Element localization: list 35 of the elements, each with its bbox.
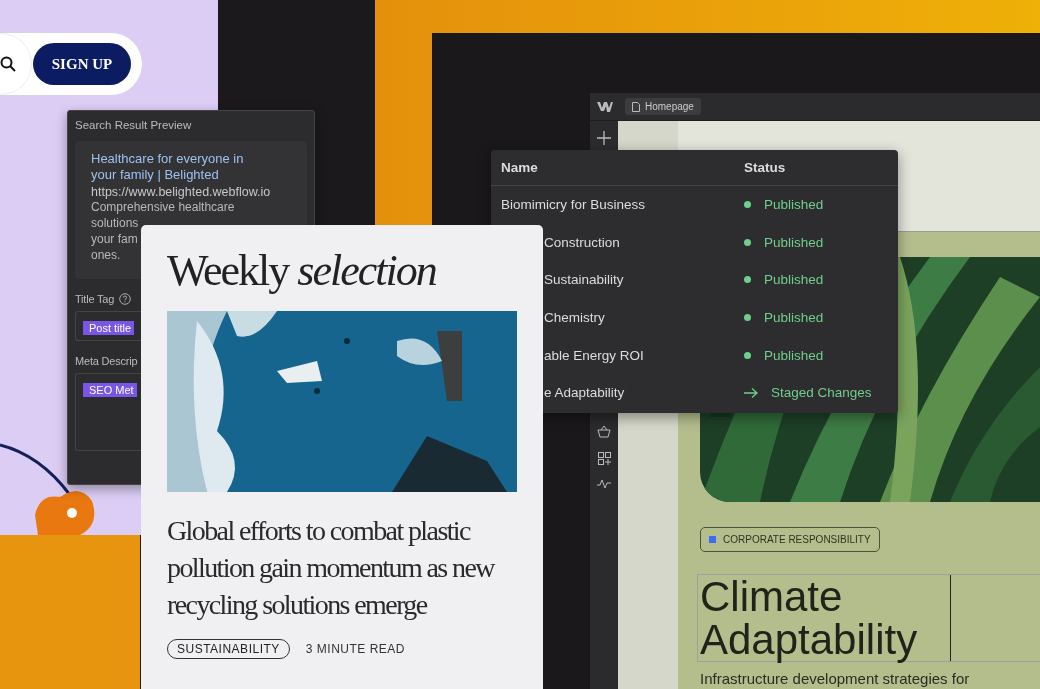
result-description: Comprehensive healthcare <box>91 199 236 215</box>
status-text: Published <box>764 310 824 326</box>
field-token: Post title <box>83 321 135 335</box>
page-tab[interactable]: Homepage <box>625 98 701 115</box>
input-field[interactable]: Post title <box>75 311 141 341</box>
column-header: Name <box>500 160 539 175</box>
article-headline: Global efforts to combat plastic pollution gain momentum as new recycling solutions emerge <box>167 514 496 622</box>
item-name: Chemistry <box>543 310 606 326</box>
status-text: Staged Changes <box>771 385 872 401</box>
status-text: Published <box>764 234 824 250</box>
panel-title: Search Result Preview <box>75 119 193 131</box>
result-description: your fam <box>91 231 139 247</box>
item-name: Construction <box>543 234 621 250</box>
item-name: able Energy ROI <box>543 347 645 363</box>
field-token: SEO Met <box>83 383 137 397</box>
result-url: https://www.belighted.webflow.io <box>91 185 272 199</box>
status-text: Published <box>764 197 824 213</box>
heading-field[interactable]: Climate Adaptability <box>697 574 1040 662</box>
category-tag: CORPORATE RESPONSIBILITY <box>700 527 880 552</box>
result-description: ones. <box>91 247 122 263</box>
column-header: Status <box>743 160 786 175</box>
field-label: Title Tag <box>75 293 115 305</box>
status-text: Published <box>764 272 824 288</box>
item-name: e Adaptability <box>543 385 626 401</box>
read-time: 3 MINUTE READ <box>305 642 405 656</box>
input-field[interactable]: SEO Met <box>75 373 141 451</box>
status-text: Published <box>764 347 824 363</box>
field-label: Meta Descrip <box>75 355 138 367</box>
item-name: Sustainability <box>543 272 625 288</box>
card-heading: Weekly selection <box>167 245 437 297</box>
article-paragraph: Infrastructure development strategies for <box>700 670 971 687</box>
sign-up-button[interactable]: SIGN UP <box>33 43 131 85</box>
result-title: Healthcare for everyone in your family | Belighted <box>91 151 245 183</box>
item-name: Biomimicry for Business <box>500 197 647 213</box>
result-description: solutions <box>91 215 140 231</box>
